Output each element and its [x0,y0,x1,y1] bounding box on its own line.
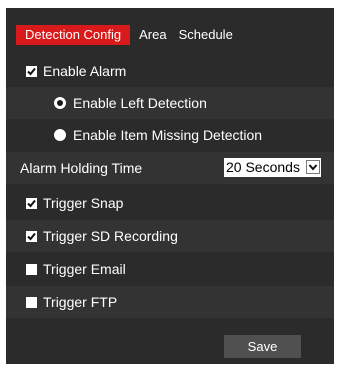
enable-alarm-checkbox[interactable] [26,65,37,77]
enable-left-detection-label: Enable Left Detection [73,95,207,111]
trigger-sd-recording-label: Trigger SD Recording [43,228,178,244]
trigger-snap-checkbox[interactable] [26,197,37,209]
alarm-holding-time-label: Alarm Holding Time [20,160,143,176]
row-trigger-ftp: Trigger FTP [6,286,334,318]
save-button[interactable]: Save [224,335,301,358]
trigger-snap-label: Trigger Snap [43,195,124,211]
radio-selected-dot [57,100,63,106]
row-enable-left-detection: Enable Left Detection [6,87,334,119]
alarm-holding-time-value: 20 Seconds [226,159,300,175]
tab-bar: Detection Config Area Schedule [16,25,239,45]
trigger-email-label: Trigger Email [43,261,126,277]
row-trigger-sd-recording: Trigger SD Recording [6,220,334,252]
enable-item-missing-detection-radio[interactable] [54,129,66,141]
checkmark-icon [27,67,36,75]
enable-alarm-label: Enable Alarm [43,63,127,79]
trigger-ftp-checkbox[interactable] [26,296,37,308]
row-enable-item-missing-detection: Enable Item Missing Detection [6,119,334,151]
trigger-email-checkbox[interactable] [26,263,37,275]
row-enable-alarm: Enable Alarm [6,55,334,87]
trigger-sd-recording-checkbox[interactable] [26,230,37,242]
trigger-ftp-label: Trigger FTP [43,294,118,310]
enable-item-missing-detection-label: Enable Item Missing Detection [73,127,263,143]
row-trigger-email: Trigger Email [6,253,334,285]
checkmark-icon [27,199,36,207]
row-trigger-snap: Trigger Snap [6,187,334,219]
chevron-down-icon[interactable] [306,160,320,174]
row-alarm-holding-time: Alarm Holding Time 20 Seconds [6,152,334,184]
alarm-holding-time-select[interactable]: 20 Seconds [224,158,321,177]
tab-schedule[interactable]: Schedule [173,25,239,45]
tab-area[interactable]: Area [133,25,172,45]
enable-left-detection-radio[interactable] [54,97,66,109]
tab-detection-config[interactable]: Detection Config [16,25,131,45]
checkmark-icon [27,232,36,240]
